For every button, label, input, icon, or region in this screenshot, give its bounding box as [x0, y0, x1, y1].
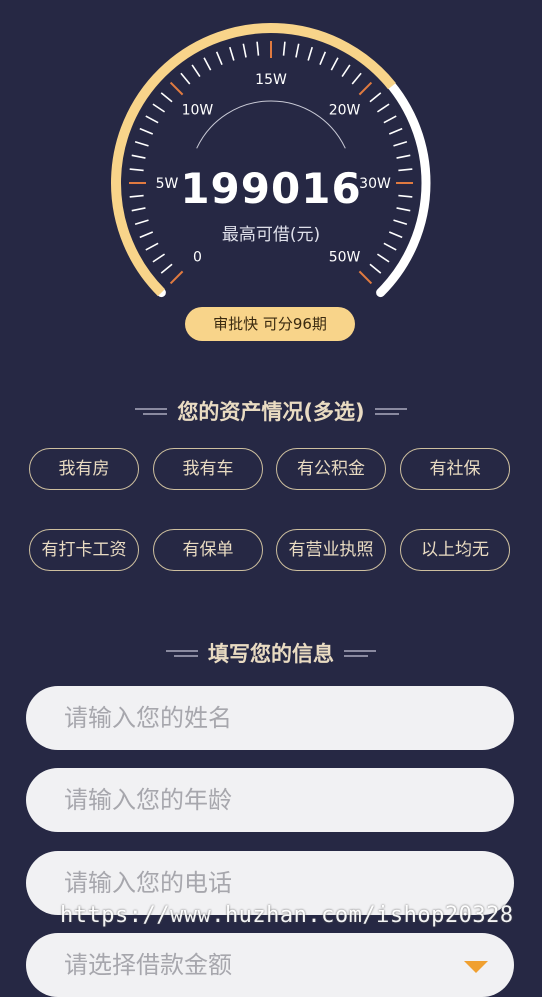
- approval-badge: 审批快 可分96期: [185, 307, 355, 341]
- gauge-minor-tick: [295, 43, 300, 58]
- asset-option-none[interactable]: 以上均无: [400, 529, 510, 571]
- gauge-major-tick: [169, 270, 184, 285]
- gauge-minor-tick: [388, 127, 403, 135]
- gauge-minor-tick: [369, 92, 382, 103]
- gauge-scale-label: 10W: [182, 102, 214, 118]
- gauge-minor-tick: [330, 57, 339, 71]
- assets-section-title: 您的资产情况(多选): [0, 396, 542, 426]
- gauge-minor-tick: [351, 72, 362, 85]
- gauge-scale-label: 0: [193, 250, 202, 266]
- title-decoration-right: [344, 648, 376, 658]
- asset-option-social-security[interactable]: 有社保: [400, 448, 510, 490]
- info-section-title: 填写您的信息: [0, 638, 542, 668]
- asset-option-car[interactable]: 我有车: [153, 448, 263, 490]
- name-input[interactable]: 请输入您的姓名: [26, 686, 514, 750]
- credit-gauge: 0 5W 10W 15W 20W 30W 50W 199016 最高可借(元) 审批快 可分…: [0, 0, 542, 360]
- gauge-minor-tick: [307, 46, 313, 61]
- gauge-minor-tick: [242, 43, 247, 58]
- gauge-minor-tick: [191, 64, 201, 78]
- max-loan-amount: 199016: [180, 164, 362, 213]
- gauge-minor-tick: [393, 141, 408, 147]
- gauge-minor-tick: [369, 263, 382, 274]
- watermark: https://www.huzhan.com/ishop20328: [60, 903, 514, 928]
- title-decoration-left: [166, 648, 198, 658]
- title-decoration-right: [374, 406, 407, 416]
- gauge-minor-tick: [319, 51, 327, 66]
- gauge-minor-tick: [131, 154, 146, 159]
- max-loan-label: 最高可借(元): [221, 225, 321, 245]
- asset-option-business-license[interactable]: 有营业执照: [276, 529, 386, 571]
- gauge-inner-arc: [196, 100, 346, 149]
- asset-option-housing-fund[interactable]: 有公积金: [276, 448, 386, 490]
- loan-amount-select[interactable]: 请选择借款金额: [26, 933, 514, 997]
- gauge-minor-tick: [256, 41, 260, 56]
- gauge-minor-tick: [160, 263, 173, 274]
- loan-amount-select-label: 请选择借款金额: [64, 951, 232, 979]
- gauge-scale-label: 15W: [255, 72, 287, 88]
- gauge-minor-tick: [160, 92, 173, 103]
- gauge-minor-tick: [376, 103, 390, 113]
- gauge-minor-tick: [152, 253, 166, 263]
- gauge-minor-tick: [203, 57, 212, 71]
- gauge-minor-tick: [145, 115, 159, 124]
- gauge-minor-tick: [341, 64, 351, 78]
- gauge-minor-tick: [383, 115, 397, 124]
- gauge-major-tick: [169, 81, 184, 96]
- gauge-major-tick: [358, 270, 373, 285]
- gauge-minor-tick: [139, 127, 154, 135]
- gauge-minor-tick: [134, 141, 149, 147]
- age-input[interactable]: 请输入您的年龄: [26, 768, 514, 832]
- asset-option-insurance[interactable]: 有保单: [153, 529, 263, 571]
- gauge-scale-label: 50W: [329, 250, 361, 266]
- gauge-major-tick: [358, 81, 373, 96]
- gauge-minor-tick: [152, 103, 166, 113]
- gauge-minor-tick: [229, 46, 235, 61]
- asset-option-salary[interactable]: 有打卡工资: [29, 529, 139, 571]
- gauge-minor-tick: [282, 41, 286, 56]
- gauge-scale-label: 20W: [329, 102, 361, 118]
- dropdown-arrow-icon: [464, 961, 488, 973]
- gauge-minor-tick: [396, 154, 411, 159]
- title-decoration-left: [135, 406, 168, 416]
- gauge-minor-tick: [376, 253, 390, 263]
- asset-option-house[interactable]: 我有房: [29, 448, 139, 490]
- gauge-minor-tick: [180, 72, 191, 85]
- gauge-minor-tick: [215, 51, 223, 66]
